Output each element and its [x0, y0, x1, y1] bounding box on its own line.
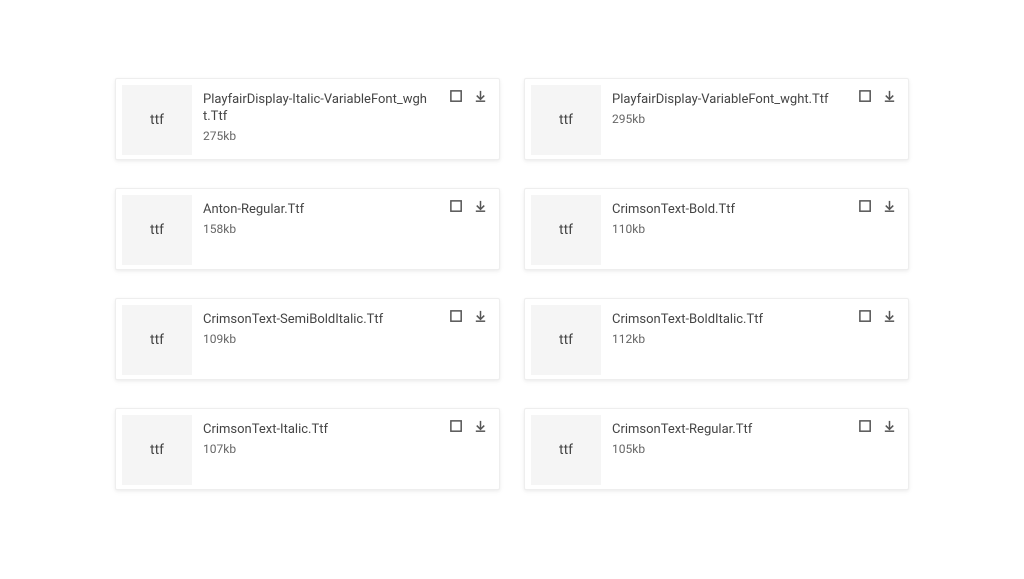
file-size: 112kb: [612, 332, 894, 346]
file-extension: ttf: [150, 332, 164, 348]
file-extension: ttf: [150, 112, 164, 128]
file-extension: ttf: [559, 442, 573, 458]
file-name: CrimsonText-Bold.Ttf: [612, 202, 894, 219]
file-thumbnail: ttf: [531, 415, 601, 485]
file-thumbnail: ttf: [122, 415, 192, 485]
file-size: 107kb: [203, 442, 485, 456]
checkbox-icon[interactable]: [857, 88, 873, 104]
file-actions: [857, 308, 897, 324]
checkbox-icon[interactable]: [448, 198, 464, 214]
file-actions: [448, 198, 488, 214]
checkbox-icon[interactable]: [448, 418, 464, 434]
download-icon[interactable]: [472, 308, 488, 324]
file-actions: [448, 418, 488, 434]
file-actions: [857, 418, 897, 434]
file-size: 110kb: [612, 222, 894, 236]
checkbox-icon[interactable]: [448, 88, 464, 104]
file-card[interactable]: ttf CrimsonText-BoldItalic.Ttf 112kb: [524, 298, 909, 380]
file-card[interactable]: ttf CrimsonText-SemiBoldItalic.Ttf 109kb: [115, 298, 500, 380]
checkbox-icon[interactable]: [857, 308, 873, 324]
file-extension: ttf: [559, 332, 573, 348]
file-name: CrimsonText-Regular.Ttf: [612, 422, 894, 439]
file-card[interactable]: ttf Anton-Regular.Ttf 158kb: [115, 188, 500, 270]
file-thumbnail: ttf: [531, 305, 601, 375]
file-extension: ttf: [150, 442, 164, 458]
file-actions: [857, 88, 897, 104]
file-extension: ttf: [559, 112, 573, 128]
file-thumbnail: ttf: [122, 85, 192, 155]
file-name: CrimsonText-Italic.Ttf: [203, 422, 485, 439]
file-grid: ttf PlayfairDisplay-Italic-VariableFont_…: [0, 0, 1024, 520]
download-icon[interactable]: [472, 88, 488, 104]
file-card[interactable]: ttf CrimsonText-Bold.Ttf 110kb: [524, 188, 909, 270]
checkbox-icon[interactable]: [857, 418, 873, 434]
file-thumbnail: ttf: [122, 305, 192, 375]
file-actions: [448, 88, 488, 104]
file-card[interactable]: ttf PlayfairDisplay-Italic-VariableFont_…: [115, 78, 500, 160]
file-thumbnail: ttf: [531, 85, 601, 155]
file-card[interactable]: ttf PlayfairDisplay-VariableFont_wght.Tt…: [524, 78, 909, 160]
file-size: 275kb: [203, 129, 485, 143]
file-name: PlayfairDisplay-Italic-VariableFont_wght…: [203, 92, 485, 126]
file-size: 158kb: [203, 222, 485, 236]
download-icon[interactable]: [881, 198, 897, 214]
file-thumbnail: ttf: [122, 195, 192, 265]
file-actions: [448, 308, 488, 324]
checkbox-icon[interactable]: [857, 198, 873, 214]
file-card[interactable]: ttf CrimsonText-Regular.Ttf 105kb: [524, 408, 909, 490]
file-extension: ttf: [150, 222, 164, 238]
file-card[interactable]: ttf CrimsonText-Italic.Ttf 107kb: [115, 408, 500, 490]
download-icon[interactable]: [881, 418, 897, 434]
checkbox-icon[interactable]: [448, 308, 464, 324]
file-name: CrimsonText-SemiBoldItalic.Ttf: [203, 312, 485, 329]
file-name: CrimsonText-BoldItalic.Ttf: [612, 312, 894, 329]
file-size: 109kb: [203, 332, 485, 346]
file-name: PlayfairDisplay-VariableFont_wght.Ttf: [612, 92, 894, 109]
download-icon[interactable]: [472, 418, 488, 434]
file-extension: ttf: [559, 222, 573, 238]
download-icon[interactable]: [472, 198, 488, 214]
file-name: Anton-Regular.Ttf: [203, 202, 485, 219]
file-size: 105kb: [612, 442, 894, 456]
download-icon[interactable]: [881, 308, 897, 324]
file-size: 295kb: [612, 112, 894, 126]
download-icon[interactable]: [881, 88, 897, 104]
file-actions: [857, 198, 897, 214]
file-thumbnail: ttf: [531, 195, 601, 265]
